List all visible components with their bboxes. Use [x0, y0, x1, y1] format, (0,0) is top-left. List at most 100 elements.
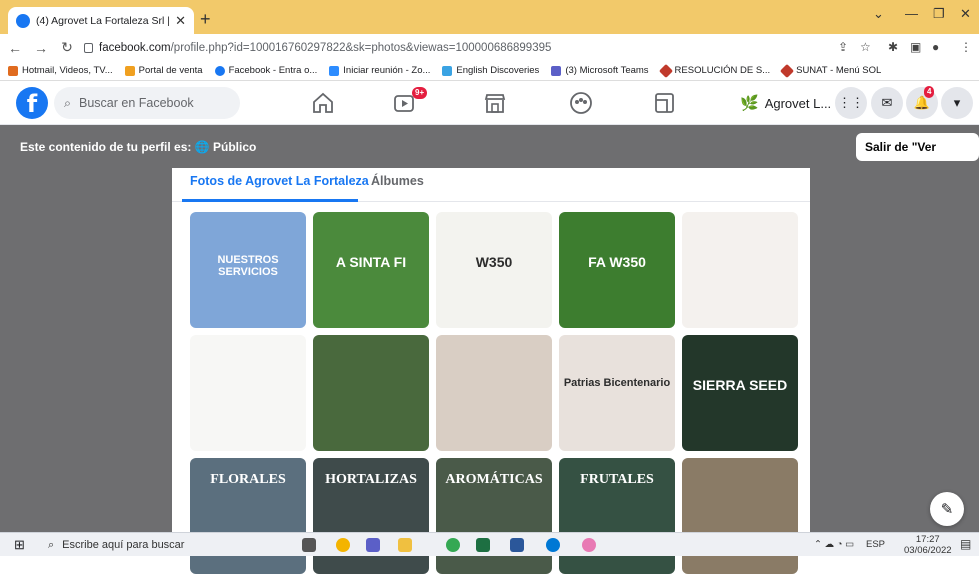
file-explorer-icon[interactable]: [398, 538, 412, 552]
photo-thumbnail[interactable]: [313, 335, 429, 451]
language-indicator[interactable]: ESP: [866, 539, 885, 550]
bookmark-icon: [8, 65, 18, 76]
photos-card: Fotos de Agrovet La Fortaleza Álbumes NU…: [172, 168, 810, 574]
extensions-icon[interactable]: ✱: [888, 40, 898, 54]
photo-thumbnail[interactable]: AROMÁTICAS: [436, 458, 552, 574]
forward-icon[interactable]: →: [30, 40, 52, 56]
restore-icon[interactable]: ❐: [933, 6, 945, 22]
bookmark-star-icon[interactable]: ☆: [860, 40, 871, 54]
sidepanel-icon[interactable]: ▣: [910, 40, 921, 54]
facebook-search[interactable]: ⌕ Buscar en Facebook: [54, 87, 240, 119]
bookmark-item[interactable]: Facebook - Entra o...: [214, 65, 317, 76]
back-icon[interactable]: ←: [4, 40, 26, 56]
browser-tab-strip: (4) Agrovet La Fortaleza Srl | Face ✕ + …: [0, 0, 979, 34]
windows-taskbar: ⊞ ⌕ Escribe aquí para buscar ⌃ ☁ ◔ ▭ ESP…: [0, 532, 979, 556]
tab-search-icon[interactable]: ⌄: [873, 6, 884, 22]
profile-chip[interactable]: 🌿 Agrovet L...: [732, 89, 839, 117]
photo-thumbnail[interactable]: A SINTA FI: [313, 212, 429, 328]
view-as-label: Este contenido de tu perfil es:: [20, 140, 192, 154]
photo-thumbnail[interactable]: FLORALES: [190, 458, 306, 574]
bookmark-item[interactable]: RESOLUCIÓN DE S...: [658, 63, 770, 78]
home-icon[interactable]: [310, 91, 336, 115]
bookmark-icon: [551, 65, 562, 76]
photo-thumbnail[interactable]: [190, 335, 306, 451]
task-view-icon[interactable]: [302, 538, 316, 552]
edge-icon[interactable]: [546, 538, 560, 552]
search-icon: ⌕: [48, 538, 55, 551]
photo-thumbnail[interactable]: [682, 458, 798, 574]
minimize-icon[interactable]: —: [905, 6, 918, 21]
taskbar-search-input[interactable]: Escribe aquí para buscar: [62, 539, 184, 551]
groups-icon[interactable]: [568, 91, 594, 115]
address-bar[interactable]: facebook.com/profile.php?id=100016760297…: [84, 37, 824, 59]
exit-view-as-button[interactable]: Salir de "Ver como": [856, 133, 979, 182]
tab-photos[interactable]: Fotos de Agrovet La Fortaleza: [190, 174, 369, 188]
bookmark-item[interactable]: (3) Microsoft Teams: [551, 65, 649, 76]
account-chevron-icon[interactable]: ▾: [941, 87, 973, 119]
taskbar-search[interactable]: ⌕ Escribe aquí para buscar: [48, 535, 278, 555]
bookmark-item[interactable]: English Discoveries: [442, 65, 539, 76]
reload-icon[interactable]: ↻: [56, 39, 78, 56]
bookmark-icon: [214, 65, 225, 76]
bookmarks-bar: Hotmail, Videos, TV... Portal de venta F…: [0, 61, 979, 81]
notifications-center-icon[interactable]: ▤: [960, 537, 971, 551]
menu-icon[interactable]: ⋮: [960, 40, 972, 54]
bookmark-item[interactable]: Hotmail, Videos, TV...: [8, 65, 113, 76]
close-tab-icon[interactable]: ✕: [175, 13, 186, 29]
photo-thumbnail[interactable]: SIERRA SEED: [682, 335, 798, 451]
search-icon: ⌕: [64, 95, 72, 110]
word-icon[interactable]: [510, 538, 524, 552]
marketplace-icon[interactable]: [482, 91, 508, 115]
tray-icons[interactable]: ⌃ ☁ ◔ ▭: [814, 539, 854, 550]
facebook-logo-icon[interactable]: f: [16, 87, 48, 119]
photo-caption: AROMÁTICAS: [445, 472, 543, 487]
paint-icon[interactable]: [582, 538, 596, 552]
url-host: facebook.com: [99, 42, 171, 54]
bookmark-item[interactable]: Portal de venta: [124, 65, 203, 76]
bookmark-icon: [442, 65, 453, 76]
privacy-label: Público: [212, 140, 257, 154]
new-message-icon[interactable]: ✎: [930, 492, 964, 526]
chrome-2-icon[interactable]: [446, 538, 460, 552]
bookmark-icon: [780, 63, 795, 78]
active-tab-indicator: [182, 199, 358, 202]
photo-thumbnail[interactable]: FA W350: [559, 212, 675, 328]
photo-caption: SIERRA SEED: [692, 377, 788, 393]
lock-icon: [84, 43, 93, 53]
photo-caption: FRUTALES: [580, 472, 654, 487]
excel-icon[interactable]: [476, 538, 490, 552]
clock[interactable]: 17:27 03/06/2022: [904, 534, 952, 556]
new-tab-icon[interactable]: +: [200, 9, 211, 30]
photo-caption: A SINTA FI: [335, 254, 407, 270]
bookmark-item[interactable]: SUNAT - Menú SOL: [780, 63, 881, 78]
photo-thumbnail[interactable]: HORTALIZAS: [313, 458, 429, 574]
photo-thumbnail[interactable]: [682, 212, 798, 328]
photo-thumbnail[interactable]: Patrias Bicentenario: [559, 335, 675, 451]
share-icon[interactable]: ⇪: [838, 40, 848, 54]
tab-albums[interactable]: Álbumes: [371, 174, 424, 188]
gaming-icon[interactable]: [652, 91, 678, 115]
bookmark-item[interactable]: Iniciar reunión - Zo...: [329, 65, 430, 76]
bookmark-icon: [329, 65, 340, 76]
menu-grid-icon[interactable]: ⋮⋮: [835, 87, 867, 119]
chrome-icon[interactable]: [336, 538, 350, 552]
photo-thumbnail[interactable]: [436, 335, 552, 451]
tab-title: (4) Agrovet La Fortaleza Srl | Face: [36, 14, 170, 27]
facebook-favicon-icon: [16, 13, 30, 28]
close-window-icon[interactable]: ✕: [960, 6, 971, 22]
photo-thumbnail[interactable]: FRUTALES: [559, 458, 675, 574]
profile-avatar-icon[interactable]: ●: [932, 40, 939, 54]
photo-caption: FLORALES: [210, 472, 286, 487]
browser-toolbar: ← → ↻ facebook.com/profile.php?id=100016…: [0, 34, 979, 61]
photo-thumbnail[interactable]: NUESTROS SERVICIOS: [190, 212, 306, 328]
photos-tabs: Fotos de Agrovet La Fortaleza Álbumes: [172, 168, 810, 202]
bookmark-icon: [658, 63, 673, 78]
messenger-icon[interactable]: ✉: [871, 87, 903, 119]
photo-thumbnail[interactable]: W350: [436, 212, 552, 328]
windows-start-icon[interactable]: ⊞: [14, 537, 25, 553]
bookmark-icon: [124, 65, 135, 76]
teams-icon[interactable]: [366, 538, 380, 552]
search-input[interactable]: Buscar en Facebook: [79, 96, 194, 110]
browser-tab[interactable]: (4) Agrovet La Fortaleza Srl | Face ✕: [8, 7, 194, 34]
profile-name: Agrovet L...: [764, 95, 832, 111]
